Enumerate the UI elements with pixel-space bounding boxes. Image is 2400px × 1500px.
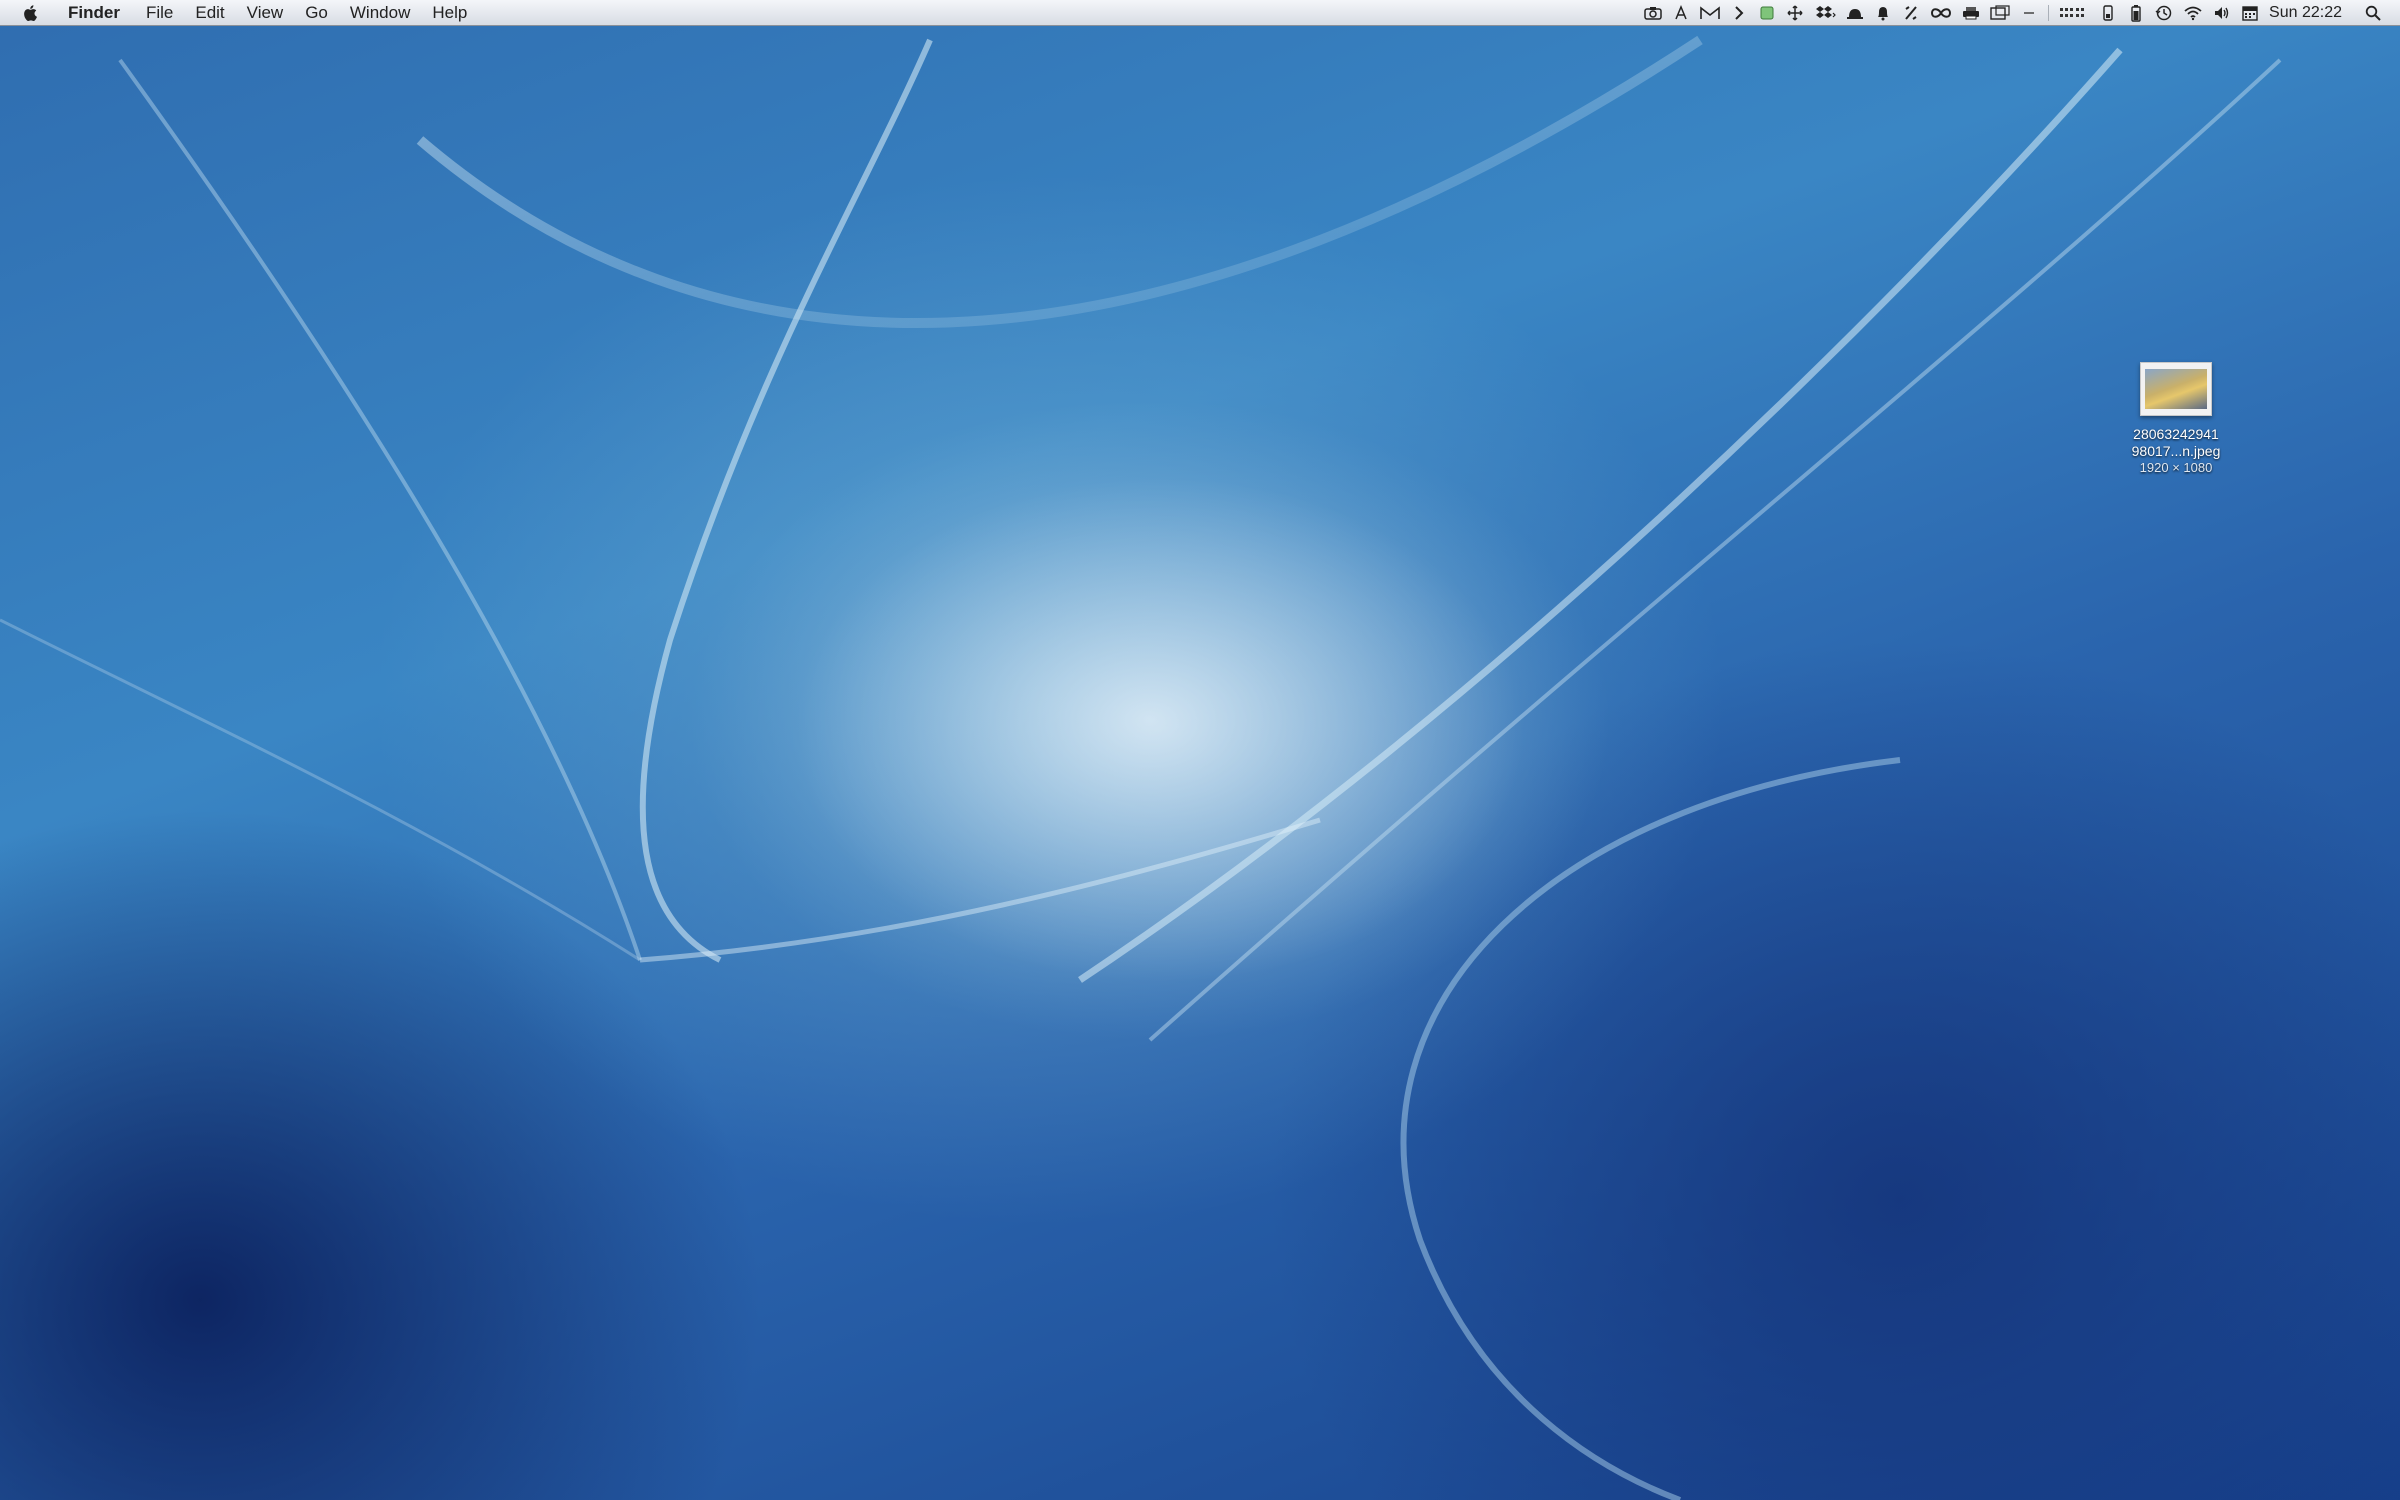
camera-icon[interactable]	[1644, 3, 1662, 23]
file-name-line2: 98017...n.jpeg	[2131, 443, 2221, 459]
infinity-icon[interactable]	[1930, 3, 1952, 23]
menu-view[interactable]: View	[247, 3, 284, 23]
file-dimensions: 1920 × 1080	[2139, 460, 2213, 475]
move-icon[interactable]	[1786, 3, 1804, 23]
menu-window[interactable]: Window	[350, 3, 410, 23]
window-icon[interactable]	[1990, 3, 2010, 23]
menu-bar: Finder File Edit View Go Window Help Sun…	[0, 0, 2400, 26]
menu-file[interactable]: File	[146, 3, 173, 23]
finder-status-icon[interactable]	[1758, 3, 1776, 23]
file-name[interactable]: 28063242941 98017...n.jpeg 1920 × 1080	[2132, 426, 2221, 476]
time-machine-icon[interactable]	[2155, 3, 2173, 23]
script-icon[interactable]	[1672, 3, 1690, 23]
chevron-icon[interactable]	[1730, 3, 1748, 23]
printer-icon[interactable]	[1962, 3, 1980, 23]
calendar-icon[interactable]	[2241, 3, 2259, 23]
tools-icon[interactable]	[1902, 3, 1920, 23]
menu-edit[interactable]: Edit	[195, 3, 224, 23]
menu-app-finder[interactable]: Finder	[68, 3, 120, 23]
wallpaper	[0, 35, 2282, 1500]
apple-icon[interactable]	[22, 3, 40, 23]
desktop[interactable]: Finder File Edit View Go Window Help Sun…	[0, 0, 2400, 1500]
minus-icon[interactable]	[2020, 3, 2038, 23]
wifi-icon[interactable]	[2183, 3, 2203, 23]
menu-help[interactable]: Help	[432, 3, 467, 23]
volume-icon[interactable]	[2213, 3, 2231, 23]
gmail-icon[interactable]	[1700, 3, 1720, 23]
image-thumbnail-icon[interactable]	[2140, 362, 2212, 416]
desktop-file-icon[interactable]: 28063242941 98017...n.jpeg 1920 × 1080	[2096, 362, 2256, 476]
phone-icon[interactable]	[2099, 3, 2117, 23]
image-thumbnail	[2145, 369, 2207, 409]
file-name-line1: 28063242941	[2133, 426, 2219, 442]
bell-hat-icon[interactable]	[1846, 3, 1864, 23]
grid-icon[interactable]	[2059, 3, 2089, 23]
separator	[2048, 4, 2050, 21]
menu-go[interactable]: Go	[305, 3, 328, 23]
search-icon[interactable]	[2364, 3, 2382, 23]
battery-icon[interactable]	[2127, 3, 2145, 23]
dropbox-icon[interactable]	[1814, 3, 1836, 23]
bell-icon[interactable]	[1874, 3, 1892, 23]
clock[interactable]: Sun 22:22	[2269, 4, 2342, 22]
